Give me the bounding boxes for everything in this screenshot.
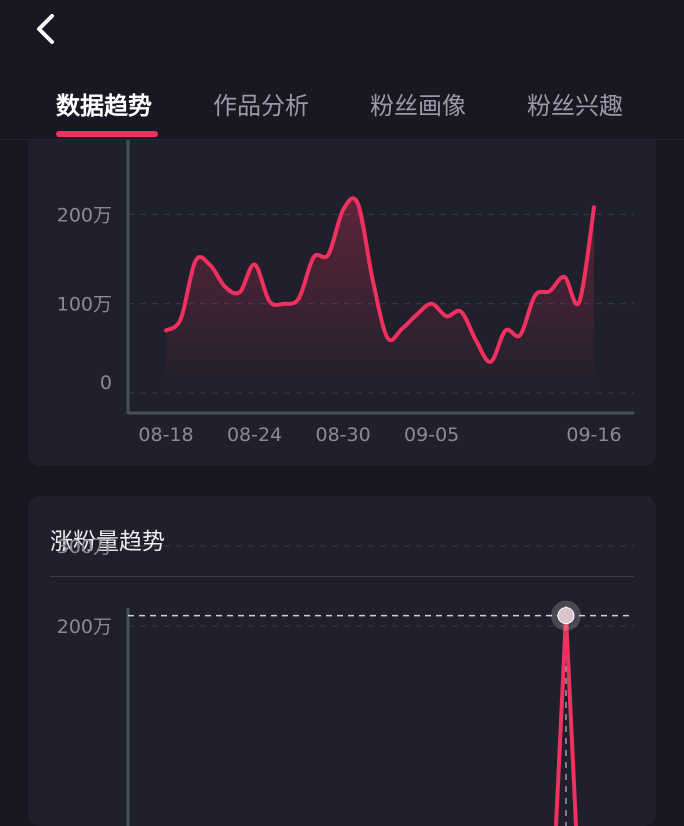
x-tick-label: 08-30 [315,424,370,446]
tab-bar: 数据趋势 作品分析 粉丝画像 粉丝兴趣 [0,78,684,137]
y-tick-label: 200万 [57,616,112,638]
y-tick-label: 300万 [57,536,112,558]
trend-chart-card: 300万200万100万008-1808-2408-3009-0509-16 [28,100,656,466]
tab-works-analysis[interactable]: 作品分析 [213,86,309,121]
header-divider [0,139,684,140]
x-tick-label: 09-05 [404,424,459,446]
x-tick-label: 08-18 [138,424,193,446]
back-button[interactable] [30,12,66,48]
tab-fan-interests[interactable]: 粉丝兴趣 [527,86,623,121]
y-tick-label: 0 [100,372,112,394]
chevron-left-icon [37,14,54,44]
y-tick-label: 100万 [57,294,112,316]
y-tick-label: 200万 [57,204,112,226]
trend-chart: 300万200万100万008-1808-2408-3009-0509-16 [57,115,634,446]
series-area [166,198,594,393]
tab-data-trend[interactable]: 数据趋势 [56,86,152,121]
active-tab-indicator [56,131,158,137]
fan-growth-card: 涨粉量趋势 300万 200万 [28,496,656,826]
fan-growth-chart: 300万 200万 [57,536,634,826]
series-line [554,613,578,826]
x-tick-label: 09-16 [566,424,621,446]
x-tick-label: 08-24 [227,424,282,446]
tab-fan-profile[interactable]: 粉丝画像 [370,86,466,121]
top-bar: 数据趋势 作品分析 粉丝画像 粉丝兴趣 [0,0,684,140]
highlight-point [557,607,575,625]
